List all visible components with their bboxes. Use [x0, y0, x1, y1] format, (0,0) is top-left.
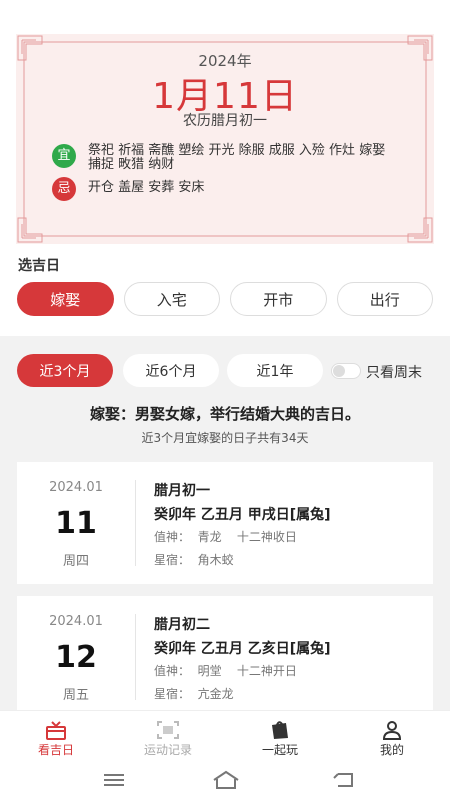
day-number: 11	[55, 506, 97, 541]
day-year-month: 2024.01	[49, 614, 103, 629]
day-ganzhi: 癸卯年 乙丑月 乙亥日[属兔]	[154, 641, 331, 657]
scan-frame-icon	[157, 721, 179, 739]
day-weekday: 周五	[62, 688, 89, 703]
day-zhishen: 值神： 青龙 十二神收日	[154, 530, 297, 544]
range-filter: 近3个月 近6个月 近1年 只看周末	[17, 354, 437, 388]
weekend-toggle[interactable]	[331, 363, 361, 379]
day-weekday: 周四	[62, 554, 89, 569]
calendar-lunar-date: 农历腊月初一	[183, 113, 267, 129]
bag-icon	[272, 721, 288, 739]
calendar-card: 2024年 1月11日 农历腊月初一 宜 祭祀 祈福 斋醮 塑绘 开光 除服 成…	[16, 34, 434, 244]
category-tabs: 嫁娶 入宅 开市 出行	[17, 282, 433, 316]
ji-row: 忌 开仓 盖屋 安葬 安床	[52, 177, 398, 201]
ji-badge: 忌	[52, 177, 76, 201]
tab-label: 我的	[379, 743, 404, 757]
category-tab-kaishi[interactable]: 开市	[230, 282, 327, 316]
tab-label: 看吉日	[37, 743, 74, 757]
user-icon	[382, 721, 402, 740]
back-icon[interactable]	[332, 770, 356, 790]
divider	[135, 614, 136, 700]
day-lunar: 腊月初二	[154, 617, 210, 633]
tab-kanjiri[interactable]: 看吉日	[0, 711, 112, 763]
range-3-months[interactable]: 近3个月	[17, 354, 113, 387]
yi-badge: 宜	[52, 144, 76, 168]
page: 2024年 1月11日 农历腊月初一 宜 祭祀 祈福 斋醮 塑绘 开光 除服 成…	[0, 0, 450, 800]
tab-mine[interactable]: 我的	[336, 711, 448, 763]
day-zhishen: 值神： 明堂 十二神开日	[154, 664, 297, 678]
tab-yundong[interactable]: 运动记录	[112, 711, 224, 763]
category-tab-jiaqu[interactable]: 嫁娶	[17, 282, 114, 316]
result-count: 近3个月宜嫁娶的日子共有34天	[141, 431, 309, 445]
divider	[135, 480, 136, 566]
day-xingxiu: 星宿： 亢金龙	[154, 687, 234, 701]
calendar-gift-icon	[46, 721, 66, 740]
day-year-month: 2024.01	[49, 480, 103, 495]
day-card[interactable]: 2024.01 11 周四 腊月初一 癸卯年 乙丑月 甲戌日[属兔] 值神： 青…	[17, 462, 433, 584]
tab-label: 一起玩	[261, 743, 298, 757]
day-xingxiu: 星宿： 角木蛟	[154, 553, 234, 567]
menu-icon[interactable]	[102, 770, 126, 790]
tab-yiqiwan[interactable]: 一起玩	[224, 711, 336, 763]
day-number: 12	[55, 640, 97, 675]
weekend-toggle-label: 只看周末	[366, 365, 422, 381]
bottom-tab-bar: 看吉日 运动记录 一起玩 我的	[0, 710, 450, 762]
toggle-knob	[333, 365, 345, 377]
category-description: 嫁娶：男娶女嫁，举行结婚大典的吉日。	[89, 405, 360, 423]
home-icon[interactable]	[212, 770, 240, 790]
category-tab-chuxing[interactable]: 出行	[336, 282, 433, 316]
range-1-year[interactable]: 近1年	[227, 354, 323, 387]
category-tab-ruzhai[interactable]: 入宅	[123, 282, 220, 316]
tab-label: 运动记录	[143, 743, 192, 757]
day-ganzhi: 癸卯年 乙丑月 甲戌日[属兔]	[154, 507, 331, 523]
system-nav-bar	[0, 762, 450, 800]
day-lunar: 腊月初一	[154, 483, 210, 499]
section-title: 选吉日	[18, 258, 60, 274]
yi-row: 宜 祭祀 祈福 斋醮 塑绘 开光 除服 成服 入殓 作灶 嫁娶 捕捉 畋猎 纳财	[52, 144, 398, 172]
day-card[interactable]: 2024.01 12 周五 腊月初二 癸卯年 乙丑月 乙亥日[属兔] 值神： 明…	[17, 596, 433, 718]
ji-text: 开仓 盖屋 安葬 安床	[88, 180, 205, 195]
range-6-months[interactable]: 近6个月	[123, 354, 219, 387]
yi-text: 祭祀 祈福 斋醮 塑绘 开光 除服 成服 入殓 作灶 嫁娶 捕捉 畋猎 纳财	[88, 143, 386, 172]
